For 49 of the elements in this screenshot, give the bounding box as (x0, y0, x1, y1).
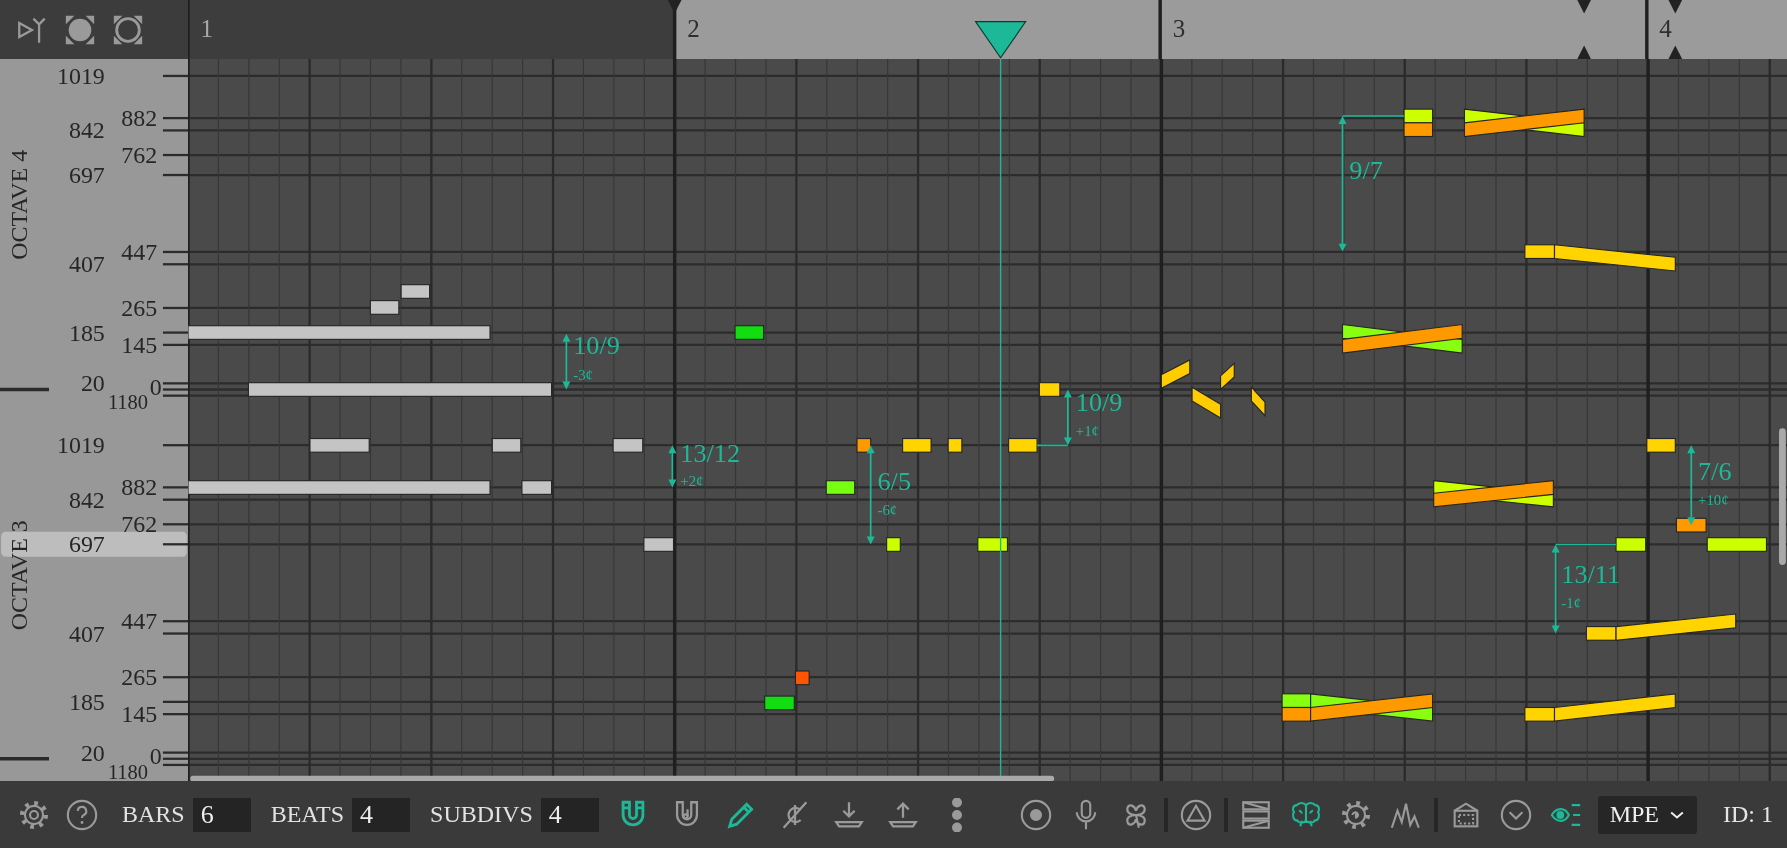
pitch-label: 1180 (107, 391, 149, 414)
field-label: BARS (122, 801, 185, 828)
pitch-label: 185 (68, 319, 105, 346)
pitch-label: 882 (121, 474, 158, 501)
bar-number: 1 (200, 15, 214, 43)
interval-ratio: 9/7 (1349, 155, 1383, 185)
bar-number: 2 (687, 15, 700, 43)
pitch-label: 407 (68, 620, 105, 647)
cents-deviation: +2¢ (680, 473, 704, 490)
pitch-label: 697 (68, 162, 105, 188)
interval-ratio: 10/9 (573, 331, 620, 361)
pitch-label: 0 (149, 374, 162, 401)
cents-deviation: -6¢ (877, 501, 898, 518)
cents-deviation: +1¢ (1075, 423, 1099, 440)
pitch-label: 407 (68, 251, 105, 278)
field-label: SUBDIVS (430, 801, 533, 828)
pitch-label: 145 (121, 701, 158, 728)
pitch-label: 265 (121, 294, 158, 321)
cents-deviation: +10¢ (1698, 491, 1729, 508)
interval-ratio: 13/11 (1561, 560, 1621, 590)
pitch-label: 20 (80, 739, 105, 766)
pitch-label: 697 (68, 531, 105, 558)
pitch-label: 20 (80, 370, 105, 397)
pitch-label: 447 (121, 238, 158, 265)
pitch-label: 185 (68, 688, 105, 715)
bar-number: 4 (1659, 15, 1672, 43)
field-label: BEATS (270, 801, 345, 828)
pitch-label: 447 (121, 608, 158, 635)
pitch-label: 762 (121, 511, 158, 538)
interval-ratio: 13/12 (680, 439, 741, 469)
pitch-label: 1180 (107, 760, 149, 781)
interval-ratio: 10/9 (1075, 388, 1123, 418)
interval-ratio: 7/6 (1698, 456, 1732, 486)
pitch-label: 265 (121, 664, 158, 691)
pitch-label: 882 (121, 105, 158, 132)
pitch-label: 1019 (57, 432, 105, 459)
id-label: ID: 1 (1723, 801, 1773, 828)
octave-label: OCTAVE 3 (6, 520, 33, 631)
pitch-label: 842 (68, 486, 105, 513)
interval-ratio: 6/5 (877, 466, 911, 496)
octave-label: OCTAVE 4 (6, 149, 33, 260)
cents-deviation: -3¢ (573, 367, 593, 384)
bar-number: 3 (1172, 15, 1186, 43)
pitch-label: 1019 (57, 62, 105, 89)
cents-deviation: -1¢ (1561, 595, 1582, 612)
pitch-label: 762 (121, 142, 158, 168)
pitch-label: 145 (121, 331, 158, 358)
pitch-label: 0 (149, 743, 162, 770)
pitch-label: 842 (68, 117, 105, 144)
